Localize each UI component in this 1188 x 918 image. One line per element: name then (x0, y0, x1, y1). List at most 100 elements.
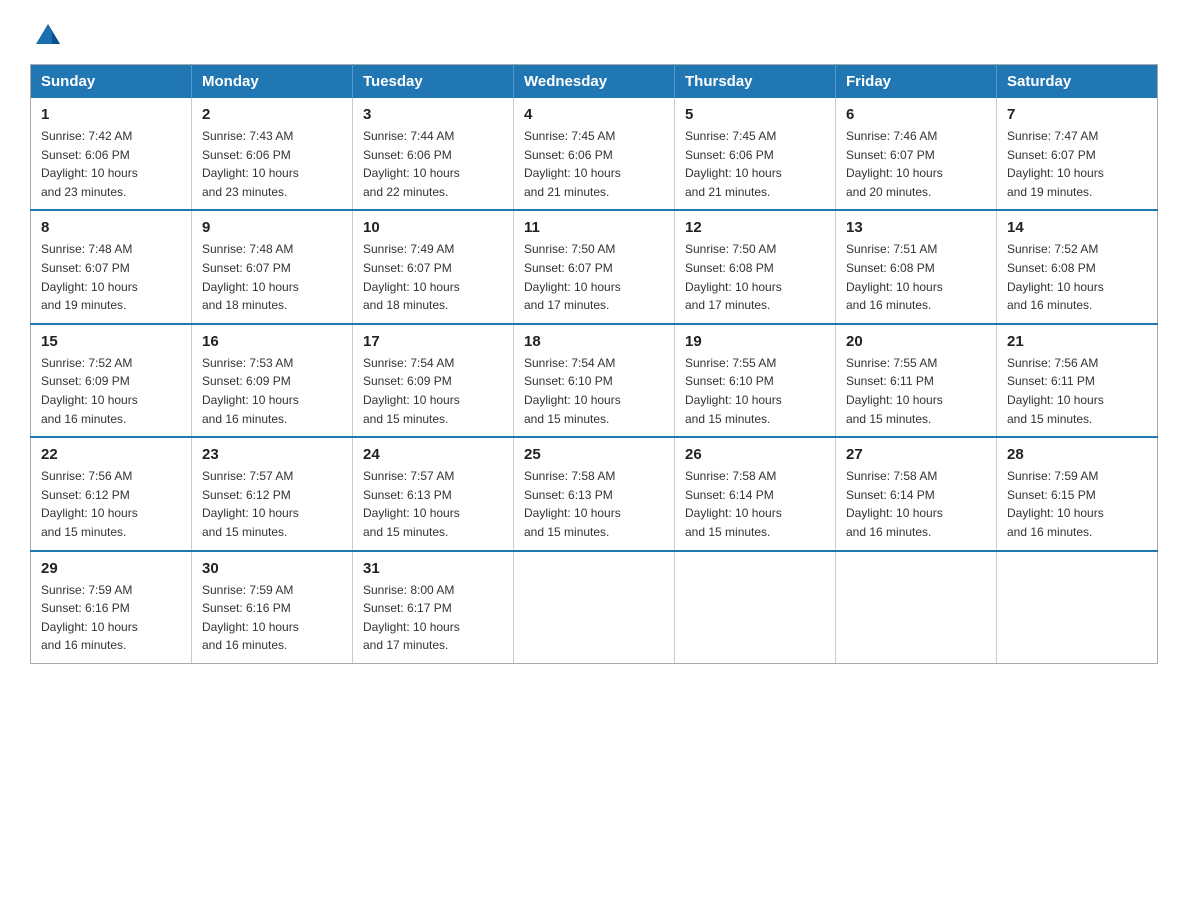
week-row-5: 29 Sunrise: 7:59 AMSunset: 6:16 PMDayligh… (31, 551, 1158, 664)
weekday-header-friday: Friday (836, 65, 997, 99)
day-number: 6 (846, 106, 986, 123)
day-info: Sunrise: 7:55 AMSunset: 6:11 PMDaylight:… (846, 354, 986, 428)
day-info: Sunrise: 7:42 AMSunset: 6:06 PMDaylight:… (41, 127, 181, 201)
day-info: Sunrise: 7:47 AMSunset: 6:07 PMDaylight:… (1007, 127, 1147, 201)
day-cell-14: 14 Sunrise: 7:52 AMSunset: 6:08 PMDayligh… (997, 210, 1158, 323)
day-cell-25: 25 Sunrise: 7:58 AMSunset: 6:13 PMDayligh… (514, 437, 675, 550)
day-cell-7: 7 Sunrise: 7:47 AMSunset: 6:07 PMDaylight… (997, 98, 1158, 210)
day-cell-11: 11 Sunrise: 7:50 AMSunset: 6:07 PMDayligh… (514, 210, 675, 323)
day-cell-27: 27Sunrise: 7:58 AMSunset: 6:14 PMDayligh… (836, 437, 997, 550)
calendar-table: SundayMondayTuesdayWednesdayThursdayFrid… (30, 64, 1158, 664)
week-row-2: 8 Sunrise: 7:48 AMSunset: 6:07 PMDaylight… (31, 210, 1158, 323)
day-number: 19 (685, 333, 825, 350)
day-number: 26 (685, 446, 825, 463)
day-info: Sunrise: 7:45 AMSunset: 6:06 PMDaylight:… (524, 127, 664, 201)
day-info: Sunrise: 7:48 AMSunset: 6:07 PMDaylight:… (202, 240, 342, 314)
weekday-header-saturday: Saturday (997, 65, 1158, 99)
day-cell-23: 23 Sunrise: 7:57 AMSunset: 6:12 PMDayligh… (192, 437, 353, 550)
day-cell-3: 3 Sunrise: 7:44 AMSunset: 6:06 PMDaylight… (353, 98, 514, 210)
day-info: Sunrise: 7:56 AMSunset: 6:12 PMDaylight:… (41, 467, 181, 541)
empty-cell (514, 551, 675, 664)
weekday-header-sunday: Sunday (31, 65, 192, 99)
day-number: 18 (524, 333, 664, 350)
day-info: Sunrise: 7:49 AMSunset: 6:07 PMDaylight:… (363, 240, 503, 314)
week-row-1: 1 Sunrise: 7:42 AMSunset: 6:06 PMDaylight… (31, 98, 1158, 210)
day-number: 29 (41, 560, 181, 577)
day-cell-8: 8 Sunrise: 7:48 AMSunset: 6:07 PMDaylight… (31, 210, 192, 323)
day-cell-30: 30Sunrise: 7:59 AMSunset: 6:16 PMDayligh… (192, 551, 353, 664)
day-number: 4 (524, 106, 664, 123)
day-number: 2 (202, 106, 342, 123)
day-cell-31: 31 Sunrise: 8:00 AMSunset: 6:17 PMDayligh… (353, 551, 514, 664)
day-number: 9 (202, 219, 342, 236)
day-number: 11 (524, 219, 664, 236)
day-cell-19: 19 Sunrise: 7:55 AMSunset: 6:10 PMDayligh… (675, 324, 836, 437)
day-number: 16 (202, 333, 342, 350)
day-number: 31 (363, 560, 503, 577)
week-row-4: 22 Sunrise: 7:56 AMSunset: 6:12 PMDayligh… (31, 437, 1158, 550)
day-cell-9: 9 Sunrise: 7:48 AMSunset: 6:07 PMDaylight… (192, 210, 353, 323)
day-info: Sunrise: 7:56 AMSunset: 6:11 PMDaylight:… (1007, 354, 1147, 428)
day-cell-17: 17 Sunrise: 7:54 AMSunset: 6:09 PMDayligh… (353, 324, 514, 437)
day-info: Sunrise: 7:55 AMSunset: 6:10 PMDaylight:… (685, 354, 825, 428)
day-info: Sunrise: 7:48 AMSunset: 6:07 PMDaylight:… (41, 240, 181, 314)
day-cell-20: 20Sunrise: 7:55 AMSunset: 6:11 PMDayligh… (836, 324, 997, 437)
day-info: Sunrise: 8:00 AMSunset: 6:17 PMDaylight:… (363, 581, 503, 655)
day-info: Sunrise: 7:54 AMSunset: 6:09 PMDaylight:… (363, 354, 503, 428)
day-info: Sunrise: 7:58 AMSunset: 6:13 PMDaylight:… (524, 467, 664, 541)
day-info: Sunrise: 7:54 AMSunset: 6:10 PMDaylight:… (524, 354, 664, 428)
empty-cell (997, 551, 1158, 664)
day-number: 17 (363, 333, 503, 350)
day-cell-2: 2Sunrise: 7:43 AMSunset: 6:06 PMDaylight… (192, 98, 353, 210)
day-info: Sunrise: 7:50 AMSunset: 6:08 PMDaylight:… (685, 240, 825, 314)
day-cell-10: 10 Sunrise: 7:49 AMSunset: 6:07 PMDayligh… (353, 210, 514, 323)
day-cell-24: 24 Sunrise: 7:57 AMSunset: 6:13 PMDayligh… (353, 437, 514, 550)
day-info: Sunrise: 7:51 AMSunset: 6:08 PMDaylight:… (846, 240, 986, 314)
day-number: 8 (41, 219, 181, 236)
day-cell-28: 28Sunrise: 7:59 AMSunset: 6:15 PMDayligh… (997, 437, 1158, 550)
logo (30, 20, 64, 46)
day-info: Sunrise: 7:59 AMSunset: 6:16 PMDaylight:… (41, 581, 181, 655)
day-number: 13 (846, 219, 986, 236)
day-cell-22: 22 Sunrise: 7:56 AMSunset: 6:12 PMDayligh… (31, 437, 192, 550)
day-info: Sunrise: 7:46 AMSunset: 6:07 PMDaylight:… (846, 127, 986, 201)
day-number: 14 (1007, 219, 1147, 236)
day-cell-26: 26 Sunrise: 7:58 AMSunset: 6:14 PMDayligh… (675, 437, 836, 550)
day-cell-29: 29 Sunrise: 7:59 AMSunset: 6:16 PMDayligh… (31, 551, 192, 664)
week-row-3: 15Sunrise: 7:52 AMSunset: 6:09 PMDayligh… (31, 324, 1158, 437)
day-cell-1: 1 Sunrise: 7:42 AMSunset: 6:06 PMDaylight… (31, 98, 192, 210)
empty-cell (836, 551, 997, 664)
weekday-header-thursday: Thursday (675, 65, 836, 99)
day-cell-6: 6 Sunrise: 7:46 AMSunset: 6:07 PMDaylight… (836, 98, 997, 210)
day-number: 25 (524, 446, 664, 463)
day-info: Sunrise: 7:57 AMSunset: 6:12 PMDaylight:… (202, 467, 342, 541)
day-info: Sunrise: 7:58 AMSunset: 6:14 PMDaylight:… (685, 467, 825, 541)
day-info: Sunrise: 7:57 AMSunset: 6:13 PMDaylight:… (363, 467, 503, 541)
day-cell-16: 16 Sunrise: 7:53 AMSunset: 6:09 PMDayligh… (192, 324, 353, 437)
page-header (30, 20, 1158, 46)
day-number: 1 (41, 106, 181, 123)
day-number: 12 (685, 219, 825, 236)
day-cell-21: 21Sunrise: 7:56 AMSunset: 6:11 PMDayligh… (997, 324, 1158, 437)
day-number: 28 (1007, 446, 1147, 463)
day-info: Sunrise: 7:44 AMSunset: 6:06 PMDaylight:… (363, 127, 503, 201)
logo-icon (32, 16, 64, 48)
day-info: Sunrise: 7:50 AMSunset: 6:07 PMDaylight:… (524, 240, 664, 314)
day-number: 22 (41, 446, 181, 463)
day-cell-12: 12 Sunrise: 7:50 AMSunset: 6:08 PMDayligh… (675, 210, 836, 323)
weekday-header-tuesday: Tuesday (353, 65, 514, 99)
day-info: Sunrise: 7:58 AMSunset: 6:14 PMDaylight:… (846, 467, 986, 541)
day-info: Sunrise: 7:59 AMSunset: 6:16 PMDaylight:… (202, 581, 342, 655)
day-number: 23 (202, 446, 342, 463)
day-number: 24 (363, 446, 503, 463)
day-cell-18: 18 Sunrise: 7:54 AMSunset: 6:10 PMDayligh… (514, 324, 675, 437)
day-info: Sunrise: 7:45 AMSunset: 6:06 PMDaylight:… (685, 127, 825, 201)
day-number: 3 (363, 106, 503, 123)
day-info: Sunrise: 7:53 AMSunset: 6:09 PMDaylight:… (202, 354, 342, 428)
day-number: 15 (41, 333, 181, 350)
day-number: 5 (685, 106, 825, 123)
day-info: Sunrise: 7:52 AMSunset: 6:08 PMDaylight:… (1007, 240, 1147, 314)
day-number: 10 (363, 219, 503, 236)
day-number: 7 (1007, 106, 1147, 123)
day-cell-5: 5 Sunrise: 7:45 AMSunset: 6:06 PMDaylight… (675, 98, 836, 210)
